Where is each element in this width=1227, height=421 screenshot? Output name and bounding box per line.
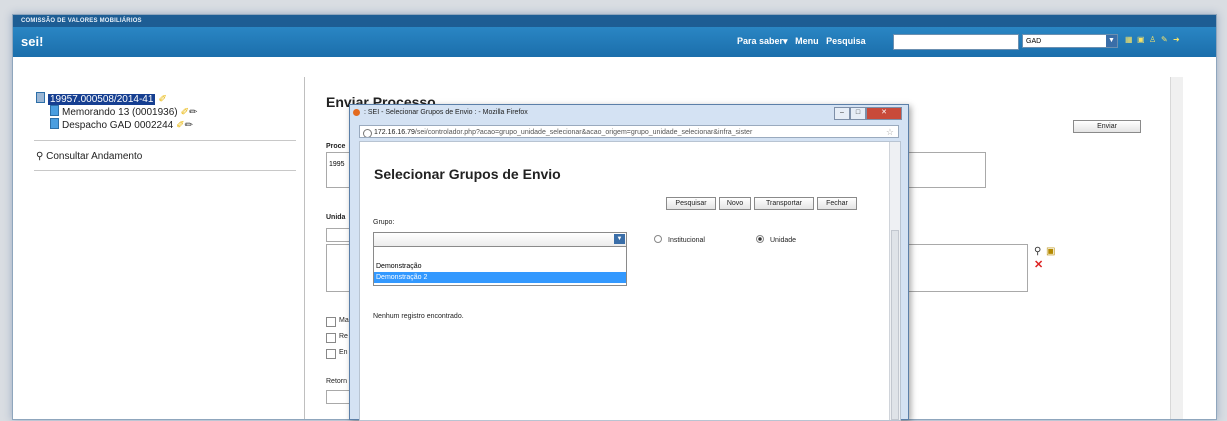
main-scrollbar[interactable]: [1170, 77, 1183, 419]
unit-select-value: GAD: [1026, 38, 1042, 45]
radio-institutional[interactable]: Institucional: [654, 235, 705, 244]
nav-link-menu[interactable]: Menu: [795, 36, 819, 46]
firefox-icon: [353, 109, 360, 116]
nav-link-para-saber[interactable]: Para saber▾: [737, 36, 788, 46]
scrollbar-thumb[interactable]: [891, 230, 899, 420]
pencil-icon[interactable]: ✏: [189, 107, 197, 118]
empty-message: Nenhum registro encontrado.: [373, 313, 464, 320]
popup-content: Selecionar Grupos de Envio Pesquisar Nov…: [359, 141, 901, 421]
tree-doc-despacho[interactable]: Despacho GAD 0002244 ✐✏: [36, 118, 298, 131]
url-path: /sei/controlador.php?acao=grupo_unidade_…: [414, 129, 753, 136]
divider: [34, 140, 296, 141]
search-button[interactable]: Pesquisar: [666, 197, 716, 210]
tools-icon[interactable]: ✎: [1161, 35, 1169, 45]
group-select[interactable]: ▼: [373, 232, 627, 247]
radio-unit-label: Unidade: [770, 237, 797, 244]
chevron-down-icon: ▼: [1106, 35, 1117, 47]
notes-icon[interactable]: ▣: [1137, 35, 1145, 45]
maximize-icon[interactable]: □: [850, 107, 866, 120]
divider: [34, 170, 296, 171]
window-controls: – □ ✕: [834, 107, 902, 120]
checkbox-2-label: Re: [339, 333, 348, 340]
close-icon[interactable]: ✕: [866, 107, 902, 120]
sei-logo[interactable]: sei!: [21, 30, 43, 54]
search-input[interactable]: [893, 34, 1019, 50]
doc-label[interactable]: Despacho GAD 0002244: [62, 120, 173, 131]
chevron-down-icon: ▼: [614, 234, 625, 244]
popup-scrollbar[interactable]: [889, 142, 900, 420]
signature-icon[interactable]: ✐: [176, 120, 184, 131]
return-label: Retorn: [326, 378, 348, 385]
org-title: COMISSÃO DE VALORES MOBILIÁRIOS: [13, 15, 1216, 27]
bookmark-star-icon[interactable]: ☆: [886, 126, 894, 137]
document-icon: [50, 118, 59, 129]
process-number[interactable]: 19957.000508/2014-41: [48, 94, 156, 105]
grid-icon[interactable]: ▦: [1125, 35, 1133, 45]
group-label: Grupo:: [373, 219, 395, 226]
checkbox-3[interactable]: [326, 349, 336, 359]
tree-process[interactable]: 19957.000508/2014-41 ✐: [36, 92, 298, 105]
toolbar-icons: ▦ ▣ ♙ ✎ ➜: [1125, 35, 1181, 45]
unit-select[interactable]: GAD ▼: [1022, 34, 1118, 48]
process-tree: 19957.000508/2014-41 ✐ Memorando 13 (0001…: [36, 92, 298, 131]
groups-icon[interactable]: ▣: [1046, 246, 1055, 257]
unit-label: Unida: [326, 214, 346, 221]
remove-icon[interactable]: ✕: [1034, 258, 1043, 271]
new-button[interactable]: Novo: [719, 197, 751, 210]
radio-circle: [654, 235, 662, 243]
popup-titlebar: : SEI - Selecionar Grupos de Envio : - M…: [350, 105, 908, 121]
url-host: 172.16.16.79: [374, 129, 415, 136]
url-bar[interactable]: 172.16.16.79/sei/controlador.php?acao=gr…: [359, 125, 899, 138]
checkbox-2[interactable]: [326, 333, 336, 343]
document-icon: [50, 105, 59, 116]
doc-label[interactable]: Memorando 13 (0001936): [62, 107, 178, 118]
send-button[interactable]: Enviar: [1073, 120, 1141, 133]
popup-title: : SEI - Selecionar Grupos de Envio : - M…: [364, 109, 528, 116]
checkbox-1[interactable]: [326, 317, 336, 327]
close-button[interactable]: Fechar: [817, 197, 857, 210]
checkbox-1-label: Ma: [339, 317, 349, 324]
pane-divider: [304, 77, 305, 419]
tree-doc-memorando[interactable]: Memorando 13 (0001936) ✐✏: [36, 105, 298, 118]
signature-icon[interactable]: ✐: [181, 107, 189, 118]
process-label: Proce: [326, 143, 346, 150]
search-icon: ⚲: [36, 151, 44, 162]
popup-heading: Selecionar Grupos de Envio: [374, 166, 561, 182]
dropdown-option-1[interactable]: Demonstração: [374, 261, 626, 272]
top-navbar: sei! Para saber▾ Menu Pesquisa GAD ▼ ▦ ▣…: [13, 27, 1216, 57]
exit-icon[interactable]: ➜: [1173, 35, 1181, 45]
site-icon: [363, 129, 372, 137]
folder-icon: [36, 92, 45, 103]
user-icon[interactable]: ♙: [1149, 35, 1157, 45]
radio-circle-selected: [756, 235, 764, 243]
dropdown-option-2[interactable]: Demonstração 2: [374, 272, 626, 283]
search-icon[interactable]: ⚲: [1034, 246, 1041, 257]
consult-progress-link[interactable]: ⚲ Consultar Andamento: [36, 151, 142, 162]
nav-links: Para saber▾ Menu Pesquisa: [737, 36, 871, 47]
annotation-icon[interactable]: ✐: [158, 94, 166, 105]
pencil-icon[interactable]: ✏: [185, 120, 193, 131]
nav-link-pesquisa[interactable]: Pesquisa: [826, 36, 866, 46]
process-value: 1995: [329, 161, 345, 168]
transport-button[interactable]: Transportar: [754, 197, 814, 210]
radio-unit[interactable]: Unidade: [756, 235, 796, 244]
minimize-icon[interactable]: –: [834, 107, 850, 120]
group-dropdown[interactable]: Demonstração Demonstração 2: [373, 246, 627, 286]
radio-institutional-label: Institucional: [668, 237, 705, 244]
checkbox-3-label: En: [339, 349, 348, 356]
popup-window: : SEI - Selecionar Grupos de Envio : - M…: [349, 104, 909, 421]
